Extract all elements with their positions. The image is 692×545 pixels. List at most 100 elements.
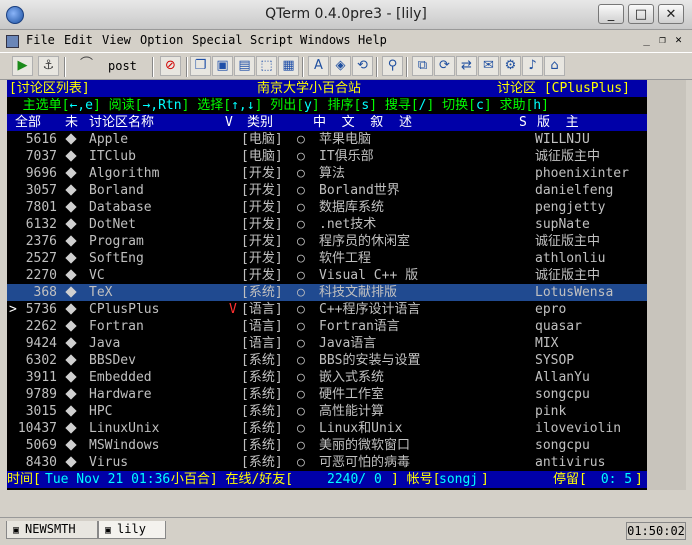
board-number: 8430 [25,455,57,470]
unread-diamond-icon [65,216,77,233]
connect-icon[interactable]: ▶ [12,56,33,76]
minimize-button[interactable]: _ [598,4,624,24]
board-name: DotNet [89,217,136,232]
board-row[interactable]: 3015 HPC [系统] ○ 高性能计算 pink [7,403,647,420]
status-online: 2240/ 0 [327,472,382,487]
unread-diamond-icon [65,403,77,420]
mdi-close-button[interactable]: ✕ [672,34,685,47]
board-row[interactable]: 9696 Algorithm [开发] ○ 算法 phoenixinter [7,165,647,182]
col-unread: 未 [65,115,79,130]
board-row[interactable]: 8430 Virus [系统] ○ 可恶可怕的病毒 antivirus [7,454,647,471]
auto-reply-icon[interactable]: ⇄ [456,56,477,76]
maximize-button[interactable]: □ [628,4,654,24]
help-key-segment: ] 切换[ [426,98,476,113]
toolbar-separator [302,57,304,77]
board-row[interactable]: 7037 ITClub [电脑] ○ IT俱乐部 诚征版主中 [7,148,647,165]
board-name: Database [89,200,152,215]
window-tab-bar: ▣ NEWSMTH ▣ lily 01:50:02 [0,517,692,545]
copy-icon[interactable]: ❐ [190,56,211,76]
anchor-icon[interactable]: ⚓ [38,56,59,76]
copy-article-icon[interactable]: ▤ [234,56,255,76]
board-description: 科技文献排版 [319,285,398,300]
refresh-icon[interactable]: ⟲ [352,56,373,76]
board-row[interactable]: 5069 MSWindows [系统] ○ 美丽的微软窗口 songcpu [7,437,647,454]
message-icon[interactable]: ✉ [478,56,499,76]
board-name: ITClub [89,149,136,164]
board-row[interactable]: 6132 DotNet [开发] ○ .net技术 supNate [7,216,647,233]
board-row[interactable]: 5616 Apple [电脑] ○ 苹果电脑 WILLNJU [7,131,647,148]
unread-diamond-icon [65,165,77,182]
help-key-segment: ] 阅读[ [92,98,143,113]
board-category: [语言] [241,319,283,334]
beep-icon[interactable]: ♪ [522,56,543,76]
font-icon[interactable]: A [308,56,329,76]
mdi-minimize-button[interactable]: _ [640,34,653,47]
menu-option[interactable]: Option [140,33,183,47]
board-name: TeX [89,285,113,300]
board-status-circle-icon: ○ [297,183,305,198]
color-icon[interactable]: ◈ [330,56,351,76]
tab-newsmth[interactable]: ▣ NEWSMTH [6,521,98,539]
unread-diamond-icon [65,131,77,148]
board-row[interactable]: 3911 Embedded [系统] ○ 嵌入式系统 AllanYu [7,369,647,386]
board-description: .net技术 [319,217,377,232]
pin-icon[interactable]: ⚲ [382,56,403,76]
board-row[interactable]: 9424 Java [语言] ○ Java语言 MIX [7,335,647,352]
unread-diamond-icon [65,420,77,437]
color-copy-icon[interactable]: ▦ [278,56,299,76]
mdi-restore-button[interactable]: ❐ [656,34,669,47]
menu-script[interactable]: Script [250,33,293,47]
terminal-screen[interactable]: [讨论区列表] 南京大学小百合站 讨论区 [CPlusPlus] 主选单[←,e… [7,80,647,490]
menu-file[interactable]: File [26,33,55,47]
board-row[interactable]: >5736 CPlusPlus V [语言] ○ C++程序设计语言 epro [7,301,647,318]
board-owner: 诚征版主中 [535,268,601,283]
menu-edit[interactable]: Edit [64,33,93,47]
board-owner: songcpu [535,438,590,453]
home-icon[interactable]: ⌂ [544,56,565,76]
board-row[interactable]: 368 TeX [系统] ○ 科技文献排版 LotusWensa [7,284,647,301]
board-row[interactable]: 6302 BBSDev [系统] ○ BBS的安装与设置 SYSOP [7,352,647,369]
menu-windows[interactable]: Windows [300,33,351,47]
curve-icon[interactable]: ⌒ [76,56,97,76]
board-category: [语言] [241,302,283,317]
board-category: [系统] [241,370,283,385]
board-status-circle-icon: ○ [297,387,305,402]
unread-diamond-icon [65,454,77,471]
board-row[interactable]: 2527 SoftEng [开发] ○ 软件工程 athlonliu [7,250,647,267]
board-name: Program [89,234,144,249]
tab-lily[interactable]: ▣ lily [98,521,166,539]
address-book-icon[interactable]: ⧉ [412,56,433,76]
unread-diamond-icon [65,437,77,454]
board-row[interactable]: 2376 Program [开发] ○ 程序员的休闲室 诚征版主中 [7,233,647,250]
board-row[interactable]: 3057 Borland [开发] ○ Borland世界 danielfeng [7,182,647,199]
paste-icon[interactable]: ▣ [212,56,233,76]
menu-view[interactable]: View [102,33,131,47]
board-name: BBSDev [89,353,136,368]
board-row[interactable]: 2262 Fortran [语言] ○ Fortran语言 quasar [7,318,647,335]
board-row[interactable]: 7801 Database [开发] ○ 数据库系统 pengjetty [7,199,647,216]
menu-special[interactable]: Special [192,33,243,47]
board-owner: athlonliu [535,251,606,266]
close-button[interactable]: ✕ [658,4,684,24]
help-key-segment: c [475,98,484,113]
menu-bar: File Edit View Option Special Script Win… [0,30,692,52]
board-row[interactable]: 10437 LinuxUnix [系统] ○ Linux和Unix iloveviolin [7,420,647,437]
mouse-icon[interactable]: ⚙ [500,56,521,76]
anti-idle-icon[interactable]: ⟳ [434,56,455,76]
board-row[interactable]: 2270 VC [开发] ○ Visual C++ 版 诚征版主中 [7,267,647,284]
status-stay-close: ] [635,472,643,487]
help-key-segment: s [361,98,370,113]
post-button[interactable]: post [108,59,137,73]
board-number: 6302 [25,353,57,368]
menu-help[interactable]: Help [358,33,387,47]
unread-diamond-icon [65,335,77,352]
help-key-segment: ] 求助[ [483,98,534,113]
rectangle-select-icon[interactable]: ⬚ [256,56,277,76]
board-status-circle-icon: ○ [297,302,305,317]
board-status-circle-icon: ○ [297,438,305,453]
board-description: 嵌入式系统 [319,370,385,385]
toolbar: ▶ ⚓ ⌒ post ⊘ ❐ ▣ ▤ ⬚ ▦ A ◈ ⟲ ⚲ ⧉ ⟳ ⇄ ✉ ⚙… [0,52,692,80]
stop-icon[interactable]: ⊘ [160,56,181,76]
unread-diamond-icon [65,284,77,301]
board-row[interactable]: 9789 Hardware [系统] ○ 硬件工作室 songcpu [7,386,647,403]
